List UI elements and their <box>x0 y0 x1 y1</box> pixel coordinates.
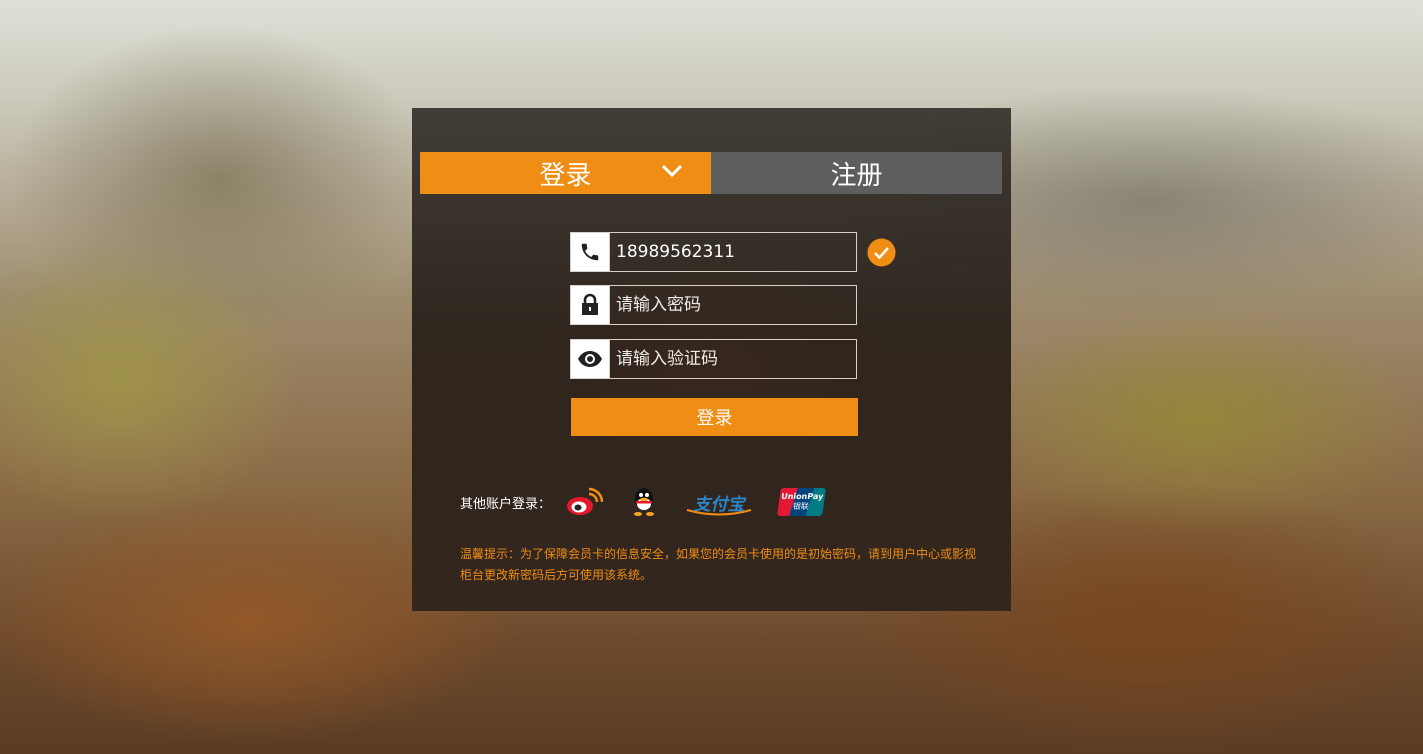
tab-register-label: 注册 <box>830 160 883 191</box>
phone-icon <box>571 233 610 271</box>
unionpay-subtext: 银联 <box>792 502 810 511</box>
captcha-input[interactable] <box>610 340 856 378</box>
alipay-icon[interactable]: 支付宝 <box>685 487 753 517</box>
login-button[interactable]: 登录 <box>571 398 858 436</box>
tab-bar: 登录 注册 <box>420 152 1002 194</box>
other-login-label: 其他账户登录： <box>460 496 552 512</box>
unionpay-icon[interactable]: UnionPay 银联 <box>777 488 826 516</box>
check-icon <box>867 238 896 267</box>
lock-icon <box>571 286 610 324</box>
password-field <box>570 285 857 325</box>
captcha-field <box>570 339 857 379</box>
chevron-down-icon <box>661 164 683 178</box>
weibo-icon[interactable] <box>563 486 604 518</box>
unionpay-text: UnionPay <box>780 492 824 501</box>
phone-input[interactable] <box>610 233 856 271</box>
tab-register[interactable]: 注册 <box>711 152 1002 194</box>
other-login: 其他账户登录： 支付宝 UnionPay 银联 <box>460 482 850 522</box>
eye-icon <box>571 340 610 378</box>
login-panel: 登录 注册 18989562311 请输入验证码 登录 其他账户登录： 支付宝 … <box>412 108 1011 611</box>
warm-tip: 温馨提示：为了保障会员卡的信息安全，如果您的会员卡使用的是初始密码，请到用户中心… <box>460 547 977 582</box>
qq-icon[interactable] <box>629 486 659 518</box>
tab-login-label: 登录 <box>539 160 592 191</box>
phone-field <box>570 232 857 272</box>
tab-login[interactable]: 登录 <box>420 152 711 194</box>
password-input[interactable] <box>610 286 856 324</box>
